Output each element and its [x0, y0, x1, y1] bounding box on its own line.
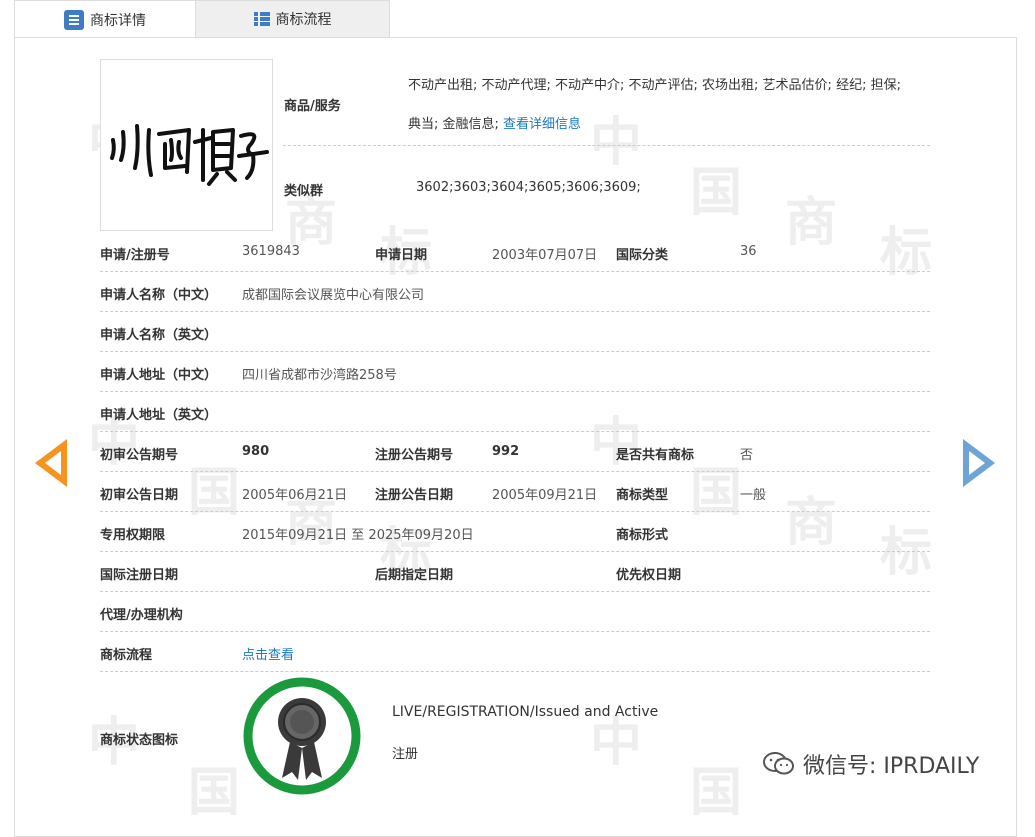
prelim-pub-date-label: 初审公告日期 [100, 488, 179, 503]
divider [100, 471, 930, 472]
address-cn-label: 申请人地址（中文） [100, 368, 218, 383]
similar-group-label: 类似群 [284, 184, 324, 199]
applicant-cn-value: 成都国际会议展览中心有限公司 [242, 288, 425, 303]
wechat-icon [763, 751, 795, 777]
reg-pub-no-value: 992 [492, 444, 520, 459]
app-date-value: 2003年07月07日 [492, 248, 598, 263]
goods-services-line2: 典当; 金融信息; 查看详细信息 [408, 117, 582, 132]
intl-reg-date-label: 国际注册日期 [100, 568, 179, 583]
divider [100, 351, 930, 352]
exclusive-period-label: 专用权期限 [100, 528, 166, 543]
reg-pub-no-label: 注册公告期号 [375, 448, 454, 463]
app-date-label: 申请日期 [375, 248, 428, 263]
applicant-cn-label: 申请人名称（中文） [100, 288, 218, 303]
tm-form-label: 商标形式 [616, 528, 669, 543]
process-view-link[interactable]: 点击查看 [242, 644, 294, 663]
divider [100, 431, 930, 432]
divider [283, 145, 930, 146]
shared-value: 否 [740, 448, 754, 463]
prev-arrow-icon[interactable] [35, 439, 67, 487]
prelim-pub-date-value: 2005年06月21日 [242, 488, 348, 503]
agent-label: 代理/办理机构 [100, 608, 183, 623]
address-en-label: 申请人地址（英文） [100, 408, 218, 423]
intl-class-value: 36 [740, 244, 757, 259]
goods-services-label: 商品/服务 [284, 99, 341, 114]
process-label: 商标流程 [100, 648, 153, 663]
trademark-image [100, 59, 273, 231]
tab-label: 商标流程 [275, 12, 332, 28]
divider [100, 311, 930, 312]
divider [100, 271, 930, 272]
divider [100, 511, 930, 512]
tm-type-label: 商标类型 [616, 488, 669, 503]
status-icon-label: 商标状态图标 [100, 733, 179, 748]
reg-no-label: 申请/注册号 [100, 248, 170, 263]
prelim-pub-no-label: 初审公告期号 [100, 448, 179, 463]
tm-type-value: 一般 [740, 488, 767, 503]
divider [100, 631, 930, 632]
intl-class-label: 国际分类 [616, 248, 669, 263]
wechat-id-text: 微信号: IPRDAILY [803, 754, 980, 779]
view-detail-link[interactable]: 查看详细信息 [503, 117, 581, 132]
reg-pub-date-value: 2005年09月21日 [492, 488, 598, 503]
shared-label: 是否共有商标 [616, 448, 695, 463]
wechat-watermark: 微信号: IPRDAILY [763, 748, 979, 780]
reg-pub-date-label: 注册公告日期 [375, 488, 454, 503]
trademark-calligraphy [110, 124, 269, 186]
tab-label: 商标详情 [90, 12, 146, 29]
exclusive-period-value: 2015年09月21日 至 2025年09月20日 [242, 528, 474, 543]
tab-trademark-process[interactable]: 商标流程 [196, 0, 390, 38]
status-cn: 注册 [392, 747, 419, 762]
goods-services-line1: 不动产出租; 不动产代理; 不动产中介; 不动产评估; 农场出租; 艺术品估价;… [408, 78, 901, 93]
similar-group-value: 3602;3603;3604;3605;3606;3609; [416, 180, 641, 195]
applicant-en-label: 申请人名称（英文） [100, 328, 218, 343]
later-designation-label: 后期指定日期 [375, 568, 454, 583]
divider [100, 591, 930, 592]
list-icon [64, 9, 84, 30]
divider [100, 391, 930, 392]
registered-badge-icon [242, 676, 362, 800]
grid-list-icon [253, 11, 270, 27]
priority-date-label: 优先权日期 [616, 568, 682, 583]
reg-no-value: 3619843 [242, 244, 300, 259]
tab-trademark-details[interactable]: 商标详情 [14, 0, 196, 38]
divider [100, 551, 930, 552]
prelim-pub-no-value: 980 [242, 444, 270, 459]
next-arrow-icon[interactable] [963, 439, 995, 487]
divider [100, 671, 930, 672]
status-en: LIVE/REGISTRATION/Issued and Active [392, 704, 659, 720]
address-cn-value: 四川省成都市沙湾路258号 [242, 368, 397, 383]
